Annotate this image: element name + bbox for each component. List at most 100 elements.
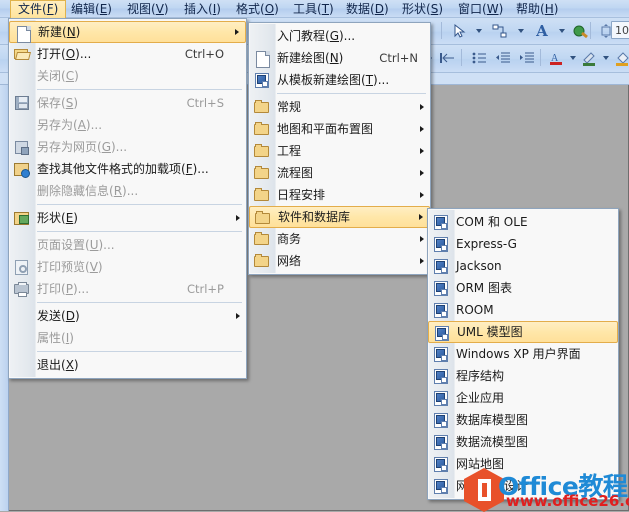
menu-item-maps-and-floorplans[interactable]: 地图和平面布置图 [249, 118, 430, 140]
menubar-item-file[interactable]: 文件(F) [10, 0, 67, 19]
fill-color-icon[interactable] [611, 47, 629, 69]
menu-item-label: Jackson [456, 259, 502, 273]
menu-item-remove-hidden-info[interactable]: 删除隐藏信息(R)... [9, 180, 246, 202]
menubar-item-shape[interactable]: 形状(S) [395, 0, 450, 18]
visio-template-icon [431, 257, 449, 275]
menu-item-properties[interactable]: 属性(I) [9, 327, 246, 349]
menu-item-label: 另存为网页(G)... [37, 140, 128, 154]
zoom-level-combobox[interactable]: 100% [611, 21, 629, 39]
menu-item-flowchart[interactable]: 流程图 [249, 162, 430, 184]
menu-item-label: 查找其他文件格式的加载项(F)... [37, 162, 209, 176]
menu-item-room[interactable]: ROOM [428, 299, 618, 321]
new-document-icon [252, 49, 270, 68]
new-submenu-popup: 入门教程(G)... 新建绘图(N) Ctrl+N 从模板新建绘图(T)... … [248, 22, 431, 275]
menu-separator [37, 89, 242, 90]
menu-item-find-addin[interactable]: 查找其他文件格式的加载项(F)... [9, 158, 246, 180]
menu-item-business[interactable]: 商务 [249, 228, 430, 250]
chevron-right-icon [420, 126, 424, 132]
menu-item-save[interactable]: 保存(S) Ctrl+S [9, 92, 246, 114]
menu-item-orm-diagram[interactable]: ORM 图表 [428, 277, 618, 299]
visio-template-icon [431, 433, 449, 451]
menu-item-label: 程序结构 [456, 369, 505, 383]
chevron-right-icon [236, 215, 240, 221]
menubar-item-window[interactable]: 窗口(W) [451, 0, 510, 18]
menu-item-website-map[interactable]: 网站地图 [428, 453, 618, 475]
pointer-tool-icon[interactable] [448, 20, 470, 42]
menu-item-open[interactable]: 打开(O)... Ctrl+O [9, 43, 246, 65]
menu-item-label: 页面设置(U)... [37, 238, 115, 252]
menu-item-label: 网站总体设计 [456, 479, 529, 493]
menu-item-uml-model-diagram[interactable]: UML 模型图 [428, 321, 618, 343]
menu-item-schedule[interactable]: 日程安排 [249, 184, 430, 206]
folder-icon [253, 209, 271, 227]
menubar-item-tools[interactable]: 工具(T) [286, 0, 341, 18]
menubar-item-format[interactable]: 格式(O) [229, 0, 286, 18]
menu-item-website-overall-design[interactable]: 网站总体设计 [428, 475, 618, 497]
menubar-item-data[interactable]: 数据(D) [339, 0, 396, 18]
folder-icon [252, 142, 270, 160]
menu-item-label: 打印(P)... [37, 282, 90, 296]
menubar-item-insert[interactable]: 插入(I) [177, 0, 228, 18]
menu-item-exit[interactable]: 退出(X) [9, 354, 246, 376]
menu-item-print-preview[interactable]: 打印预览(V) [9, 256, 246, 278]
menu-item-program-structure[interactable]: 程序结构 [428, 365, 618, 387]
menu-item-software-and-database[interactable]: 软件和数据库 [249, 206, 430, 228]
menu-item-label: 形状(E) [37, 211, 78, 225]
menu-item-data-flow-model-diagram[interactable]: 数据流模型图 [428, 431, 618, 453]
menubar-item-help[interactable]: 帮助(H) [509, 0, 565, 18]
menu-separator [37, 302, 242, 303]
connector-dropdown-icon[interactable] [510, 20, 532, 42]
menu-item-accelerator: Ctrl+N [379, 51, 418, 65]
bullets-icon[interactable] [468, 47, 490, 69]
format-painter-icon[interactable] [570, 20, 592, 42]
folder-icon [252, 252, 270, 270]
menu-item-new-from-template[interactable]: 从模板新建绘图(T)... [249, 69, 430, 91]
menu-item-send-to[interactable]: 发送(D) [9, 305, 246, 327]
menu-item-save-as-webpage[interactable]: 另存为网页(G)... [9, 136, 246, 158]
menu-item-jackson[interactable]: Jackson [428, 255, 618, 277]
menubar-item-edit[interactable]: 编辑(E) [64, 0, 119, 18]
text-direction-icon[interactable] [437, 47, 459, 69]
menu-separator [37, 231, 242, 232]
menubar-item-view[interactable]: 视图(V) [120, 0, 176, 18]
menu-item-engineering[interactable]: 工程 [249, 140, 430, 162]
menu-item-label: 数据流模型图 [456, 435, 529, 449]
folder-icon [252, 164, 270, 182]
pointer-tool-dropdown-icon[interactable] [468, 20, 490, 42]
text-tool-icon[interactable]: A [531, 20, 553, 42]
visio-template-icon [431, 213, 449, 231]
menu-bar: 文件(F) 编辑(E) 视图(V) 插入(I) 格式(O) 工具(T) 数据(D… [0, 0, 629, 19]
menu-item-windows-xp-ui[interactable]: Windows XP 用户界面 [428, 343, 618, 365]
menu-item-label: 打开(O)... [37, 47, 92, 61]
menu-item-express-g[interactable]: Express-G [428, 233, 618, 255]
menu-item-getting-started[interactable]: 入门教程(G)... [249, 25, 430, 47]
visio-template-icon [431, 411, 449, 429]
visio-template-icon [431, 279, 449, 297]
menu-item-shapes[interactable]: 形状(E) [9, 207, 246, 229]
connector-tool-icon[interactable] [489, 20, 511, 42]
menu-item-label: ORM 图表 [456, 281, 512, 295]
menu-item-label: 删除隐藏信息(R)... [37, 184, 139, 198]
menu-item-print[interactable]: 打印(P)... Ctrl+P [9, 278, 246, 300]
print-preview-icon [12, 258, 30, 276]
increase-indent-icon[interactable] [516, 47, 538, 69]
menu-item-save-as[interactable]: 另存为(A)... [9, 114, 246, 136]
menu-item-label: 工程 [277, 144, 302, 158]
save-as-webpage-icon [12, 138, 30, 156]
menu-item-general[interactable]: 常规 [249, 96, 430, 118]
menu-item-label: 软件和数据库 [278, 210, 351, 224]
menu-item-page-setup[interactable]: 页面设置(U)... [9, 234, 246, 256]
menu-item-label: 从模板新建绘图(T)... [277, 73, 390, 87]
menu-item-new[interactable]: 新建(N) [9, 21, 246, 43]
menu-item-com-ole[interactable]: COM 和 OLE [428, 211, 618, 233]
menu-item-enterprise-application[interactable]: 企业应用 [428, 387, 618, 409]
menu-item-close[interactable]: 关闭(C) [9, 65, 246, 87]
menu-item-database-model-diagram[interactable]: 数据库模型图 [428, 409, 618, 431]
visio-template-icon [432, 324, 450, 342]
menu-item-new-drawing[interactable]: 新建绘图(N) Ctrl+N [249, 47, 430, 69]
decrease-indent-icon[interactable] [492, 47, 514, 69]
menu-item-label: 网站地图 [456, 457, 505, 471]
chevron-right-icon [420, 104, 424, 110]
menu-item-label: 新建(N) [38, 25, 81, 39]
menu-item-network[interactable]: 网络 [249, 250, 430, 272]
